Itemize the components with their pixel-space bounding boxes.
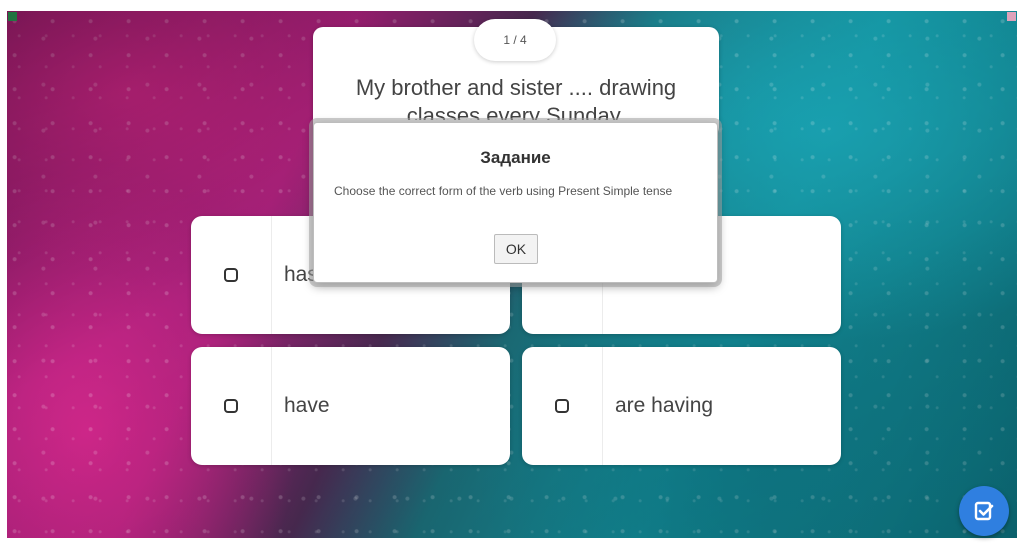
check-answer-button[interactable] [959, 486, 1009, 536]
question-counter: 1 / 4 [474, 19, 556, 61]
checkbox-icon[interactable] [555, 399, 569, 413]
checkbox-icon[interactable] [224, 399, 238, 413]
answer-label: are having [615, 394, 714, 417]
corner-marker-left [8, 12, 17, 21]
dialog-text: Choose the correct form of the verb usin… [334, 184, 673, 198]
checklist-icon [974, 501, 994, 521]
checkbox-area [522, 347, 603, 465]
ok-button[interactable]: OK [494, 234, 538, 264]
answer-label: has [284, 263, 318, 286]
checkbox-icon[interactable] [224, 268, 238, 282]
dialog-title: Задание [480, 148, 551, 167]
answer-option-have[interactable]: have [191, 347, 510, 465]
answer-option-are-having[interactable]: are having [522, 347, 841, 465]
answer-label: have [284, 394, 330, 417]
task-dialog: Задание Choose the correct form of the v… [313, 122, 718, 283]
checkbox-area [191, 216, 272, 334]
checkbox-area [191, 347, 272, 465]
question-text: My brother and sister .... drawing class… [355, 75, 677, 120]
corner-marker-right [1007, 12, 1016, 21]
